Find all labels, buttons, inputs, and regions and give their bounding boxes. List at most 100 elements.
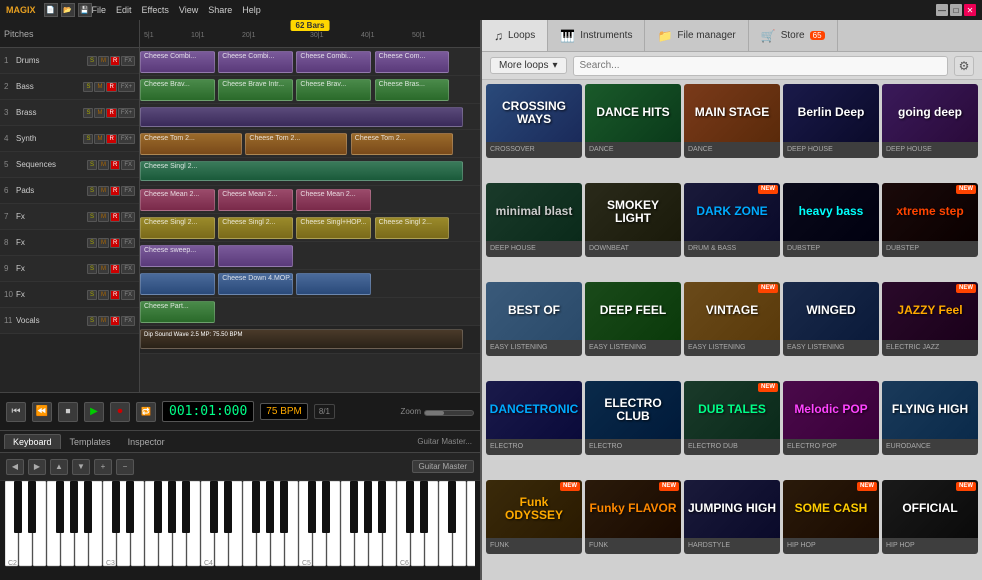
menu-view[interactable]: View [179,5,198,15]
key-gs4[interactable] [266,481,274,533]
clip-9-2[interactable]: Cheese Down 4.MOP... [218,273,293,295]
clip-6-3[interactable]: Cheese Mean 2... [296,189,371,211]
media-item-19[interactable]: FLYING HIGH EURODANCE [882,381,978,455]
clip-1-1[interactable]: Cheese Combi... [140,51,215,73]
media-tab-filemanager[interactable]: 📁 File manager [645,20,748,51]
clip-7-2[interactable]: Cheese Singl 2... [218,217,293,239]
clip-1-2[interactable]: Cheese Combi... [218,51,293,73]
solo-btn-10[interactable]: S [87,290,97,300]
key-fs3[interactable] [154,481,162,533]
clip-1-3[interactable]: Cheese Combi... [296,51,371,73]
rewind-button[interactable]: ⏮ [6,402,26,422]
menu-share[interactable]: Share [208,5,232,15]
menu-effects[interactable]: Effects [142,5,169,15]
key-gs3[interactable] [168,481,176,533]
solo-btn-9[interactable]: S [87,264,97,274]
clip-7-4[interactable]: Cheese Singl 2... [375,217,450,239]
key-as2[interactable] [84,481,92,533]
clip-8-2[interactable] [218,245,293,267]
media-item-24[interactable]: NEW OFFICIAL HIP HOP [882,480,978,554]
media-item-14[interactable]: NEW JAZZY Feel ELECTRIC JAZZ [882,282,978,356]
clip-2-2[interactable]: Cheese Brave Intr... [218,79,293,101]
menu-help[interactable]: Help [242,5,261,15]
rec-btn-3[interactable]: R [106,108,116,118]
clip-7-1[interactable]: Cheese Singl 2... [140,217,215,239]
fx-btn-1[interactable]: FX [121,56,135,66]
media-item-0[interactable]: CROSSING WAYS CROSSOVER [486,84,582,158]
clip-6-1[interactable]: Cheese Mean 2... [140,189,215,211]
mute-btn-7[interactable]: M [98,212,109,222]
media-item-22[interactable]: JUMPING HIGH HARDSTYLE [684,480,780,554]
clip-11-1[interactable]: Dip Sound Wave 2.5 MP: 75.50 BPM [140,329,463,349]
mute-btn-10[interactable]: M [98,290,109,300]
mute-btn-9[interactable]: M [98,264,109,274]
fx-btn-10[interactable]: FX [121,290,135,300]
clip-10-1[interactable]: Cheese Part... [140,301,215,323]
maximize-button[interactable]: □ [950,4,962,16]
media-item-15[interactable]: DANCETRONIC ELECTRO [486,381,582,455]
clip-8-1[interactable]: Cheese sweep... [140,245,215,267]
media-item-18[interactable]: Melodic POP ELECTRO POP [783,381,879,455]
mute-btn-2[interactable]: M [94,82,105,92]
clip-9-3[interactable] [296,273,371,295]
rec-btn-1[interactable]: R [110,56,120,66]
mute-btn-11[interactable]: M [98,316,109,326]
media-item-16[interactable]: ELECTRO CLUB ELECTRO [585,381,681,455]
clip-2-4[interactable]: Cheese Bras... [375,79,450,101]
media-item-3[interactable]: Berlin Deep DEEP HOUSE [783,84,879,158]
media-item-1[interactable]: DANCE HITS DANCE [585,84,681,158]
piano-ctrl-1[interactable]: ◀ [6,459,24,475]
piano-keys[interactable]: C2 C3 C4 C5 C6 [0,481,480,571]
mute-btn-4[interactable]: M [94,134,105,144]
mute-btn-8[interactable]: M [98,238,109,248]
tracks-content[interactable]: Cheese Combi... Cheese Combi... Cheese C… [140,48,480,392]
clip-4-1[interactable]: Cheese Tom 2... [140,133,242,155]
key-as5[interactable] [378,481,386,533]
key-cs6[interactable] [406,481,414,533]
media-item-6[interactable]: SMOKEY LIGHT DOWNBEAT [585,183,681,257]
clip-7-3[interactable]: Cheese Singl+HOP... [296,217,371,239]
fx-btn-5[interactable]: FX [121,160,135,170]
media-tab-store[interactable]: 🛒 Store 65 [749,20,838,51]
clip-6-2[interactable]: Cheese Mean 2... [218,189,293,211]
toolbar-icon-new[interactable]: 📄 [44,3,58,17]
media-item-7[interactable]: NEW DARK ZONE DRUM & BASS [684,183,780,257]
piano-tab-templates[interactable]: Templates [62,435,119,449]
media-item-20[interactable]: NEW Funk ODYSSEY FUNK [486,480,582,554]
clip-2-1[interactable]: Cheese Brav... [140,79,215,101]
key-fs4[interactable] [252,481,260,533]
fx-btn-2[interactable]: FX+ [118,82,135,92]
toolbar-icon-open[interactable]: 📂 [61,3,75,17]
record-button[interactable]: ⏺ [110,402,130,422]
clip-5-1[interactable]: Cheese Singl 2... [140,161,463,181]
rec-btn-10[interactable]: R [110,290,120,300]
media-item-8[interactable]: heavy bass DUBSTEP [783,183,879,257]
key-fs5[interactable] [350,481,358,533]
media-item-13[interactable]: WINGED EASY LISTENING [783,282,879,356]
clip-4-2[interactable]: Cheese Tom 2... [245,133,347,155]
loop-button[interactable]: 🔁 [136,402,156,422]
key-ds5[interactable] [322,481,330,533]
menu-edit[interactable]: Edit [116,5,132,15]
prev-button[interactable]: ⏪ [32,402,52,422]
solo-btn-6[interactable]: S [87,186,97,196]
rec-btn-5[interactable]: R [110,160,120,170]
key-fs6[interactable] [448,481,456,533]
mute-btn-5[interactable]: M [98,160,109,170]
fx-btn-4[interactable]: FX+ [118,134,135,144]
zoom-slider[interactable] [424,410,474,416]
minimize-button[interactable]: — [936,4,948,16]
key-ds2[interactable] [28,481,36,533]
clip-9-1[interactable] [140,273,215,295]
solo-btn-2[interactable]: S [83,82,93,92]
fx-btn-3[interactable]: FX+ [118,108,135,118]
rec-btn-9[interactable]: R [110,264,120,274]
rec-btn-6[interactable]: R [110,186,120,196]
solo-btn-8[interactable]: S [87,238,97,248]
media-item-5[interactable]: minimal blast DEEP HOUSE [486,183,582,257]
timeline-ruler[interactable]: 62 Bars 5|1 10|1 20|1 30|1 40|1 50|1 [140,20,480,48]
media-tab-instruments[interactable]: 🎹 Instruments [548,20,645,51]
media-item-9[interactable]: NEW xtreme step DUBSTEP [882,183,978,257]
clip-1-4[interactable]: Cheese Com... [375,51,450,73]
key-as4[interactable] [280,481,288,533]
